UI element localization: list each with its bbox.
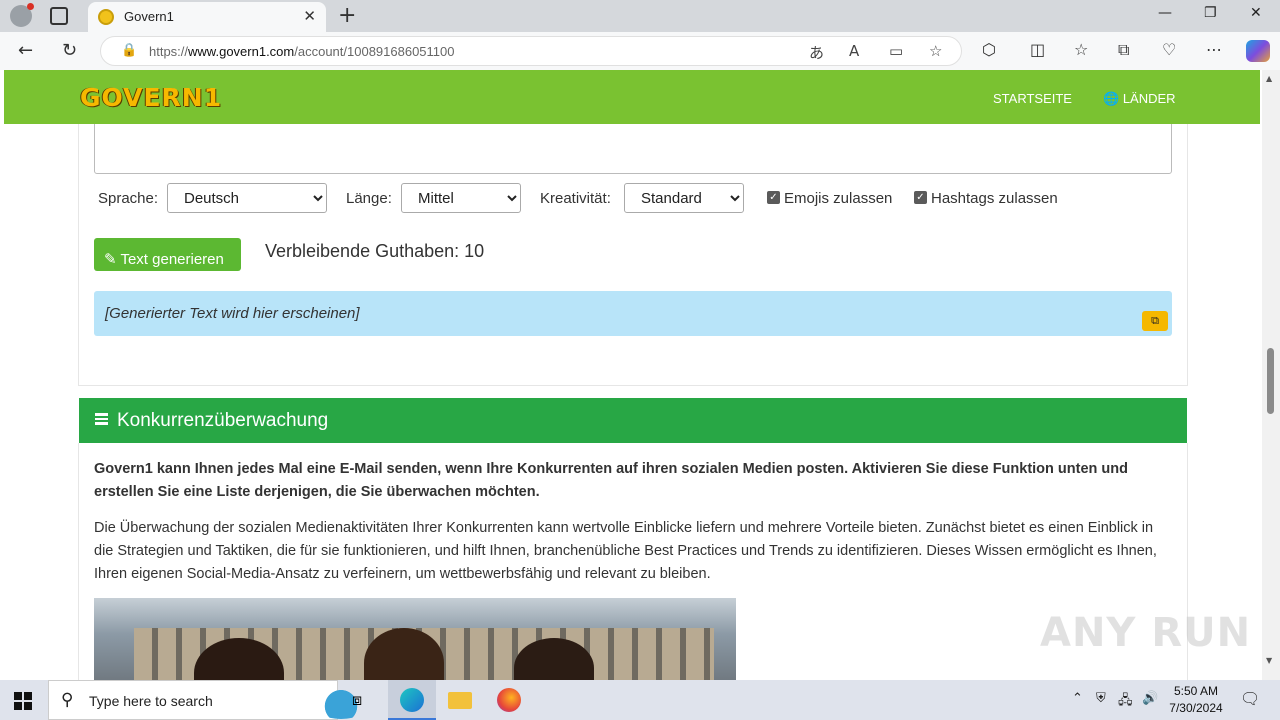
nav-laender[interactable]: 🌐 LÄNDER [1103, 91, 1176, 107]
new-tab-icon[interactable]: + [338, 3, 356, 28]
list-icon [95, 413, 108, 425]
defender-icon[interactable]: ⛨ [1096, 691, 1106, 706]
volume-icon[interactable]: 🔊 [1142, 691, 1158, 706]
browser-window: Govern1 ✕ + — ❐ ✕ ← ↻ 🔒 https://www.gove… [0, 0, 1280, 680]
section-title: Konkurrenzüberwachung [117, 410, 329, 431]
favorite-star-icon[interactable]: ☆ [929, 42, 942, 60]
length-label: Länge: [346, 190, 392, 207]
browser-tab[interactable]: Govern1 ✕ [88, 2, 326, 32]
generated-output-box: [Generierter Text wird hier erscheinen] … [94, 291, 1172, 336]
anyrun-watermark: ANY RUN [1040, 610, 1252, 656]
url-text[interactable]: https://www.govern1.com/account/10089168… [149, 44, 455, 59]
browser-essentials-icon[interactable]: ♡ [1162, 40, 1176, 59]
system-clock[interactable]: 5:50 AM 7/30/2024 [1160, 683, 1232, 717]
immersive-reader-icon[interactable]: ▭ [889, 42, 903, 60]
site-favicon-icon [98, 9, 114, 25]
clock-time: 5:50 AM [1173, 684, 1219, 698]
site-logo[interactable]: GOVERN1 [80, 83, 222, 112]
copy-icon[interactable]: ⧉ [1142, 311, 1168, 331]
tab-bar: Govern1 ✕ + — ❐ ✕ [0, 0, 1280, 32]
notifications-icon[interactable]: 🗨 [1240, 689, 1260, 708]
file-explorer-icon[interactable] [436, 680, 484, 720]
back-icon[interactable]: ← [18, 40, 33, 61]
refresh-icon[interactable]: ↻ [62, 40, 77, 61]
language-select[interactable]: Deutsch [167, 183, 327, 213]
extensions-icon[interactable]: ⬡ [982, 40, 996, 59]
page-viewport: Sprache: Deutsch Länge: Mittel Kreativit… [0, 70, 1262, 680]
output-placeholder: [Generierter Text wird hier erscheinen] [105, 305, 360, 322]
length-select[interactable]: Mittel [401, 183, 521, 213]
clock-date: 7/30/2024 [1169, 701, 1223, 715]
address-toolbar: ← ↻ 🔒 https://www.govern1.com/account/10… [0, 32, 1280, 70]
hashtags-checkbox[interactable]: ✓ [914, 191, 927, 204]
search-placeholder: Type here to search [89, 693, 213, 709]
close-tab-icon[interactable]: ✕ [303, 7, 316, 25]
collections-icon[interactable]: ⧉ [1118, 40, 1129, 60]
competitor-lead-text: Govern1 kann Ihnen jedes Mal eine E-Mail… [94, 461, 1128, 500]
tab-title: Govern1 [124, 9, 174, 24]
firefox-icon[interactable] [484, 680, 532, 720]
windows-start-icon[interactable] [14, 692, 32, 710]
scroll-down-icon[interactable]: ▼ [1266, 656, 1272, 665]
taskbar-search[interactable]: ⚲ Type here to search [48, 680, 371, 720]
translate-icon[interactable]: あ [809, 42, 824, 63]
edge-taskbar-icon[interactable] [388, 680, 436, 720]
address-bar[interactable]: 🔒 https://www.govern1.com/account/100891… [100, 36, 962, 66]
windows-taskbar: ⚲ Type here to search ⧈ ⌃ ⛨ 🖧 🔊 5:50 AM … [0, 680, 1280, 720]
read-aloud-icon[interactable]: A [849, 42, 859, 60]
page-scrollbar[interactable]: ▲ ▼ [1262, 70, 1280, 680]
hashtags-label: Hashtags zulassen [931, 190, 1058, 207]
generate-text-button[interactable]: ✎ Text generieren [94, 238, 241, 271]
pencil-icon: ✎ [104, 250, 121, 268]
emojis-label: Emojis zulassen [784, 190, 893, 207]
network-icon[interactable]: 🖧 [1118, 691, 1133, 713]
search-icon: ⚲ [61, 690, 74, 710]
settings-more-icon[interactable]: ⋯ [1206, 40, 1222, 59]
scroll-thumb[interactable] [1267, 348, 1274, 414]
close-window-icon[interactable]: ✕ [1250, 5, 1262, 21]
nav-startseite[interactable]: STARTSEITE [993, 91, 1072, 106]
globe-icon: 🌐 [1103, 91, 1120, 106]
copilot-icon[interactable] [1246, 40, 1270, 62]
tab-actions-icon[interactable] [50, 7, 68, 25]
favorites-icon[interactable]: ☆ [1074, 40, 1088, 59]
credits-remaining: Verbleibende Guthaben: 10 [265, 241, 485, 261]
competitor-illustration-image [94, 598, 736, 680]
competitor-paragraph: Die Überwachung der sozialen Medienaktiv… [94, 520, 1157, 582]
language-label: Sprache: [98, 190, 159, 207]
show-hidden-icons-icon[interactable]: ⌃ [1072, 691, 1083, 706]
prompt-textarea[interactable] [94, 118, 1172, 174]
scroll-up-icon[interactable]: ▲ [1266, 74, 1272, 83]
creativity-select[interactable]: Standard [624, 183, 744, 213]
restore-icon[interactable]: ❐ [1204, 5, 1217, 21]
task-view-icon[interactable]: ⧈ [338, 680, 386, 720]
profile-avatar-icon[interactable] [10, 3, 34, 27]
split-screen-icon[interactable]: ◫ [1030, 40, 1045, 59]
competitor-section-header: Konkurrenzüberwachung [79, 398, 1187, 443]
creativity-label: Kreativität: [540, 190, 611, 207]
site-navbar: GOVERN1 STARTSEITE 🌐 LÄNDER [4, 70, 1260, 124]
lock-icon[interactable]: 🔒 [121, 43, 137, 58]
minimize-icon[interactable]: — [1158, 5, 1172, 21]
emojis-checkbox[interactable]: ✓ [767, 191, 780, 204]
